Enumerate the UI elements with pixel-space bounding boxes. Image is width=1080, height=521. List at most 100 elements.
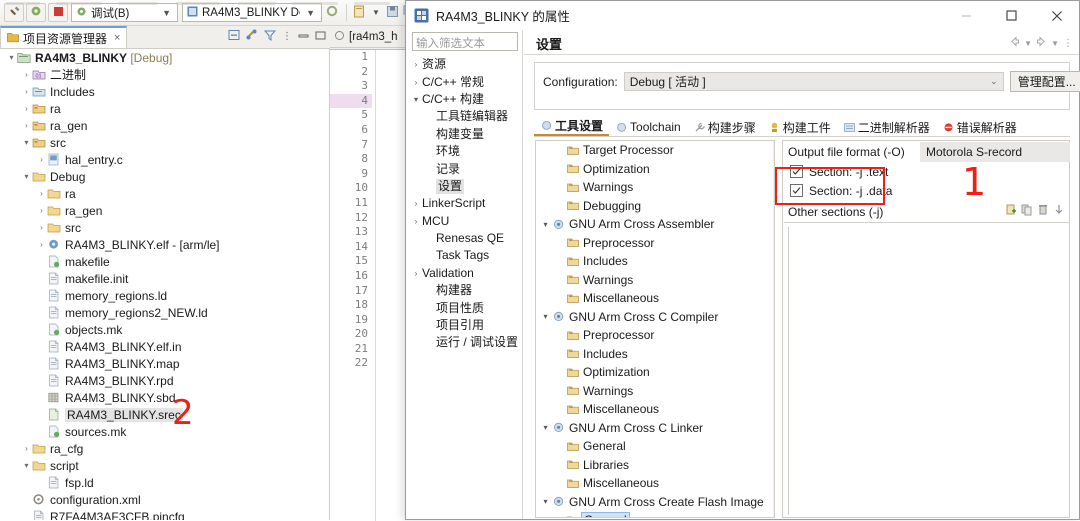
chevron-right-icon[interactable]: ›: [36, 189, 47, 198]
chevron-right-icon[interactable]: ›: [410, 199, 422, 208]
tool-tree-item-miscellaneous[interactable]: Miscellaneous: [536, 474, 774, 493]
tool-tree-item-libraries[interactable]: Libraries: [536, 456, 774, 475]
nav-item-C/C++构建[interactable]: ▾ C/C++ 构建: [410, 91, 520, 108]
tree-item-ra4m3-blinky-srec[interactable]: RA4M3_BLINKY.srec: [0, 406, 329, 423]
nav-item-构建变量[interactable]: 构建变量: [410, 126, 520, 143]
close-icon[interactable]: ×: [114, 32, 120, 44]
tab-构建工件[interactable]: 构建工件: [762, 118, 837, 136]
tool-tree-item-gnu-arm-cross-create-flash-image[interactable]: ▾ GNU Arm Cross Create Flash Image: [536, 493, 774, 512]
filter-input[interactable]: 输入筛选文本: [412, 32, 518, 51]
tool-settings-tree[interactable]: Target Processor Optimization Warnings Debu…: [535, 140, 775, 518]
tool-tree-item-gnu-arm-cross-assembler[interactable]: ▾ GNU Arm Cross Assembler: [536, 215, 774, 234]
tree-item-ra4m3-blinky[interactable]: ▾ RA4M3_BLINKY [Debug]: [0, 49, 329, 66]
tool-tree-item-warnings[interactable]: Warnings: [536, 271, 774, 290]
tree-item-ra4m3-blinky-elf-in[interactable]: RA4M3_BLINKY.elf.in: [0, 338, 329, 355]
link-editor-icon[interactable]: [246, 29, 258, 44]
nav-item-RenesasQE[interactable]: Renesas QE: [410, 230, 520, 247]
view-menu-icon[interactable]: ⋮: [282, 31, 292, 42]
tree-item-configuration-xml[interactable]: configuration.xml: [0, 491, 329, 508]
nav-item-工具链编辑器[interactable]: 工具链编辑器: [410, 108, 520, 125]
back-dropdown-icon[interactable]: ▼: [1024, 39, 1032, 48]
chevron-right-icon[interactable]: ›: [21, 444, 32, 453]
nav-item-记录[interactable]: 记录: [410, 160, 520, 177]
tree-item-makefile-init[interactable]: makefile.init: [0, 270, 329, 287]
settings-tabstrip[interactable]: 工具设置 Toolchain 构建步骤 构建工件 二进制解析器 错误解析器: [534, 116, 1070, 136]
tree-item-ra-gen[interactable]: › ra_gen: [0, 202, 329, 219]
delete-icon[interactable]: [1037, 204, 1049, 219]
nav-item-环境[interactable]: 环境: [410, 143, 520, 160]
tree-item-ra4m3-blinky-map[interactable]: RA4M3_BLINKY.map: [0, 355, 329, 372]
tab-project-explorer[interactable]: 项目资源管理器 ×: [0, 26, 128, 48]
tree-item-objects-mk[interactable]: objects.mk: [0, 321, 329, 338]
chevron-down-icon[interactable]: ▾: [6, 53, 17, 62]
tab-工具设置[interactable]: 工具设置: [534, 116, 610, 136]
tool-tree-item-general[interactable]: General: [536, 437, 774, 456]
tree-item-memory-regions-ld[interactable]: memory_regions.ld: [0, 287, 329, 304]
configuration-select[interactable]: Debug [ 活动 ] ⌄: [623, 72, 1004, 91]
view-menu-icon[interactable]: ⋮: [1063, 38, 1073, 49]
tree-item-src[interactable]: ▾ src: [0, 134, 329, 151]
tree-item-sources-mk[interactable]: sources.mk: [0, 423, 329, 440]
close-button[interactable]: [1034, 1, 1079, 30]
nav-item-LinkerScript[interactable]: › LinkerScript: [410, 195, 520, 212]
nav-item-Validation[interactable]: › Validation: [410, 265, 520, 282]
launch-settings-icon[interactable]: [326, 5, 338, 20]
tool-tree-item-general[interactable]: General: [536, 511, 774, 517]
checkbox-section-text[interactable]: Section: -j .text: [784, 162, 1070, 181]
chevron-down-icon[interactable]: ▾: [21, 138, 32, 147]
chevron-down-icon[interactable]: ▾: [539, 312, 552, 321]
add-icon[interactable]: [1005, 204, 1017, 219]
project-tree[interactable]: ▾ RA4M3_BLINKY [Debug] › 01 二进制 › Includes › ra ›…: [0, 49, 330, 520]
dialog-nav-tree[interactable]: › 资源 › C/C++ 常规 ▾ C/C++ 构建 工具链编辑器 构建变量 环境 记录 设置 › Li…: [410, 56, 520, 516]
tree-item-ra-cfg[interactable]: › ra_cfg: [0, 440, 329, 457]
chevron-down-icon[interactable]: ▾: [539, 220, 552, 229]
tab-Toolchain[interactable]: Toolchain: [609, 118, 687, 136]
tree-item-includes[interactable]: › Includes: [0, 83, 329, 100]
tree-item-ra[interactable]: › ra: [0, 185, 329, 202]
chevron-down-icon[interactable]: ▾: [539, 497, 552, 506]
tool-tree-item-miscellaneous[interactable]: Miscellaneous: [536, 289, 774, 308]
tool-tree-item-gnu-arm-cross-c-compiler[interactable]: ▾ GNU Arm Cross C Compiler: [536, 308, 774, 327]
tree-item-[interactable]: › 01 二进制: [0, 66, 329, 83]
tree-item-ra4m3-blinky-elf-arm-le[interactable]: › RA4M3_BLINKY.elf - [arm/le]: [0, 236, 329, 253]
tree-item-ra4m3-blinky-rpd[interactable]: RA4M3_BLINKY.rpd: [0, 372, 329, 389]
chevron-right-icon[interactable]: ›: [21, 104, 32, 113]
chevron-right-icon[interactable]: ›: [410, 217, 422, 226]
other-sections-listbox[interactable]: [788, 227, 1065, 515]
new-dropdown-icon[interactable]: ▼: [372, 8, 380, 17]
forward-arrow-icon[interactable]: [1036, 36, 1047, 50]
tool-tree-item-miscellaneous[interactable]: Miscellaneous: [536, 400, 774, 419]
maximize-button[interactable]: [989, 1, 1034, 30]
chevron-right-icon[interactable]: ›: [36, 155, 47, 164]
manage-configurations-button[interactable]: 管理配置...: [1009, 71, 1080, 92]
nav-item-资源[interactable]: › 资源: [410, 56, 520, 73]
chevron-down-icon[interactable]: ▾: [21, 172, 32, 181]
nav-item-设置[interactable]: 设置: [410, 178, 520, 195]
chevron-right-icon[interactable]: ›: [21, 87, 32, 96]
tree-item-memory-regions2-new-ld[interactable]: memory_regions2_NEW.ld: [0, 304, 329, 321]
tool-tree-item-preprocessor[interactable]: Preprocessor: [536, 234, 774, 253]
minimize-button[interactable]: [944, 1, 989, 30]
copy-icon[interactable]: [1021, 204, 1033, 219]
forward-dropdown-icon[interactable]: ▼: [1051, 39, 1059, 48]
tree-item-hal-entry-c[interactable]: › hal_entry.c: [0, 151, 329, 168]
tool-tree-item-gnu-arm-cross-c-linker[interactable]: ▾ GNU Arm Cross C Linker: [536, 419, 774, 438]
tab-错误解析器[interactable]: 错误解析器: [936, 118, 1023, 136]
nav-item-MCU[interactable]: › MCU: [410, 213, 520, 230]
output-file-format-value[interactable]: Motorola S-record: [920, 142, 1070, 162]
back-arrow-icon[interactable]: [1009, 36, 1020, 50]
tree-item-fsp-ld[interactable]: fsp.ld: [0, 474, 329, 491]
chevron-right-icon[interactable]: ›: [36, 223, 47, 232]
maximize-icon[interactable]: [315, 30, 326, 44]
tool-tree-item-preprocessor[interactable]: Preprocessor: [536, 326, 774, 345]
tool-tree-item-warnings[interactable]: Warnings: [536, 382, 774, 401]
tree-item-ra-gen[interactable]: › ra_gen: [0, 117, 329, 134]
minimize-icon[interactable]: [298, 30, 309, 44]
tab-二进制解析器[interactable]: 二进制解析器: [837, 118, 936, 136]
tool-tree-item-optimization[interactable]: Optimization: [536, 363, 774, 382]
nav-item-C/C++常规[interactable]: › C/C++ 常规: [410, 73, 520, 90]
nav-item-运行/调试设置[interactable]: 运行 / 调试设置: [410, 334, 520, 351]
move-down-icon[interactable]: [1053, 204, 1065, 219]
chevron-right-icon[interactable]: ›: [410, 269, 422, 278]
tool-tree-item-target-processor[interactable]: Target Processor: [536, 141, 774, 160]
